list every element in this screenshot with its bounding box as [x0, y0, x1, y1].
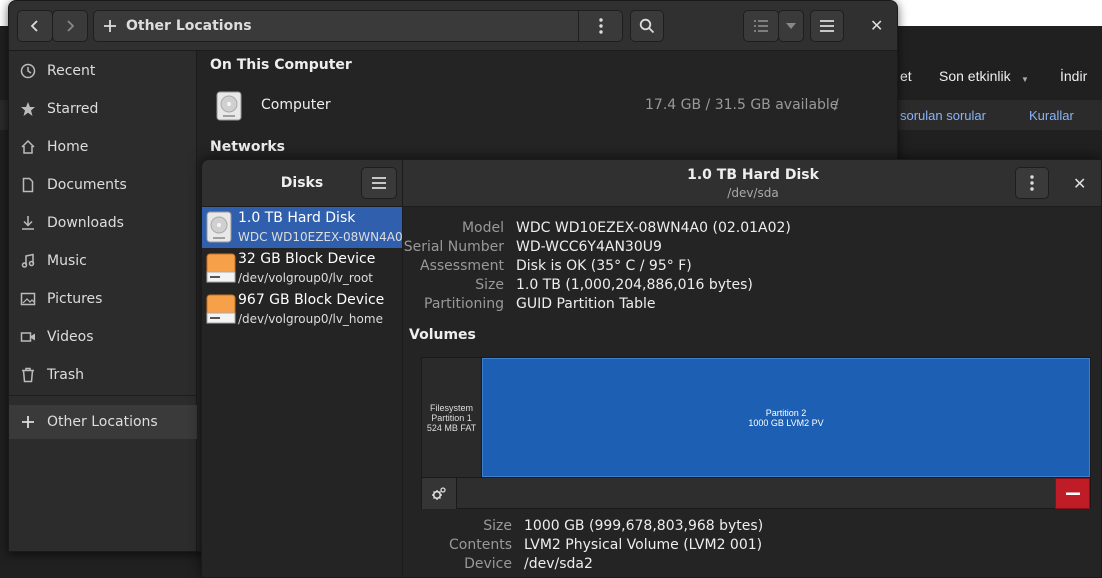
hard-drive-icon [216, 91, 242, 121]
disks-window: Disks 1.0 TB Hard Disk /dev/sda ✕ 1.0 TB… [201, 159, 1102, 578]
gears-icon [432, 486, 446, 500]
download-icon [22, 216, 34, 230]
web-subnav-link[interactable]: Kurallar [1029, 108, 1074, 123]
kebab-menu-icon [599, 18, 603, 34]
drive-list-item[interactable]: 32 GB Block Device /dev/volgroup0/lv_roo… [202, 248, 402, 289]
sidebar-item-label: Documents [47, 177, 127, 193]
web-subnav-link[interactable]: sorulan sorular [900, 108, 986, 123]
path-bar[interactable]: Other Locations [93, 10, 623, 42]
sidebar-item-label: Music [47, 253, 87, 269]
chevron-left-icon [30, 20, 38, 32]
sidebar-item-starred[interactable]: Starred [9, 92, 197, 126]
sidebar-item-trash[interactable]: Trash [9, 358, 197, 392]
computer-available: 17.4 GB / 31.5 GB available [645, 97, 839, 113]
sidebar-item-label: Downloads [47, 215, 124, 231]
music-icon [21, 253, 35, 268]
plus-icon [104, 20, 116, 32]
drive-sub: /dev/volgroup0/lv_root [238, 271, 373, 285]
block-device-icon [206, 253, 236, 283]
drive-list: 1.0 TB Hard Disk WDC WD10EZEX-08WN4A0 32… [202, 207, 403, 577]
forward-button[interactable] [52, 10, 88, 42]
picture-icon [20, 292, 36, 306]
trash-icon [22, 367, 34, 383]
home-icon [21, 139, 35, 154]
sidebar-item-music[interactable]: Music [9, 244, 197, 278]
drive-sub: /dev/volgroup0/lv_home [238, 312, 383, 326]
sidebar-item-recent[interactable]: Recent [9, 54, 197, 88]
partition-1-block[interactable]: Filesystem Partition 1 524 MB FAT [422, 358, 482, 477]
section-heading: On This Computer [210, 57, 352, 73]
search-icon [639, 18, 655, 34]
sidebar-item-label: Videos [47, 329, 94, 345]
sidebar-item-label: Starred [47, 101, 99, 117]
sidebar-item-videos[interactable]: Videos [9, 320, 197, 354]
path-menu-button[interactable] [579, 11, 623, 41]
web-nav-item[interactable]: Son etkinlik [939, 68, 1011, 84]
list-view-icon [754, 20, 768, 32]
web-nav-item[interactable]: et [900, 68, 912, 84]
sidebar-divider [9, 395, 197, 396]
sidebar-item-label: Trash [47, 367, 84, 383]
disks-right-headerbar: 1.0 TB Hard Disk /dev/sda ✕ [403, 160, 1101, 207]
places-sidebar: Recent Starred Home Documents Downloads … [9, 51, 197, 551]
back-button[interactable] [17, 10, 53, 42]
web-nav-item[interactable]: İndir [1060, 68, 1087, 84]
sidebar-item-other-locations[interactable]: Other Locations [9, 405, 197, 439]
sidebar-item-label: Pictures [47, 291, 103, 307]
volume-toolbar [422, 477, 1090, 509]
list-view-button[interactable] [743, 10, 779, 42]
close-icon[interactable]: ✕ [870, 16, 883, 35]
volumes-heading: Volumes [409, 327, 476, 343]
sidebar-item-pictures[interactable]: Pictures [9, 282, 197, 316]
hard-disk-icon [206, 211, 232, 243]
drive-list-item[interactable]: 967 GB Block Device /dev/volgroup0/lv_ho… [202, 289, 402, 330]
close-icon[interactable]: ✕ [1073, 174, 1086, 193]
search-button[interactable] [630, 10, 664, 42]
chevron-right-icon [67, 20, 75, 32]
partition-options-button[interactable] [422, 478, 457, 509]
volumes-map: Filesystem Partition 1 524 MB FAT Partit… [421, 357, 1091, 509]
sidebar-item-label: Other Locations [47, 414, 158, 430]
hamburger-menu-icon [820, 20, 834, 32]
sidebar-item-documents[interactable]: Documents [9, 168, 197, 202]
document-icon [22, 177, 34, 193]
delete-partition-button[interactable] [1055, 478, 1090, 509]
kebab-menu-icon [1030, 175, 1034, 191]
section-heading: Networks [210, 139, 286, 155]
sidebar-item-home[interactable]: Home [9, 130, 197, 164]
sidebar-item-label: Recent [47, 63, 96, 79]
hamburger-menu-icon [372, 177, 386, 189]
drive-name: 32 GB Block Device [238, 251, 376, 267]
drive-subtitle: /dev/sda [727, 186, 779, 200]
drive-name: 1.0 TB Hard Disk [238, 210, 356, 226]
video-icon [20, 332, 35, 342]
star-icon [21, 102, 35, 116]
path-crumb[interactable]: Other Locations [126, 18, 252, 34]
block-device-icon [206, 294, 236, 324]
computer-name: Computer [261, 97, 331, 113]
sidebar-item-downloads[interactable]: Downloads [9, 206, 197, 240]
drive-name: 967 GB Block Device [238, 292, 385, 308]
partition-2-block[interactable]: Partition 2 1000 GB LVM2 PV [482, 358, 1090, 477]
disks-menu-button[interactable] [361, 167, 397, 199]
drive-list-item[interactable]: 1.0 TB Hard Disk WDC WD10EZEX-08WN4A0 [202, 207, 403, 248]
chevron-down-icon: ▼ [1021, 75, 1029, 84]
sidebar-item-label: Home [47, 139, 89, 155]
files-headerbar: Other Locations ✕ [9, 1, 897, 51]
drive-title: 1.0 TB Hard Disk [687, 167, 819, 183]
clock-icon [20, 63, 36, 79]
view-options-button[interactable] [778, 10, 804, 42]
plus-icon [22, 416, 34, 428]
minus-icon [1065, 492, 1080, 495]
main-menu-button[interactable] [810, 10, 844, 42]
chevron-down-icon [786, 23, 796, 29]
computer-mount: / [834, 97, 839, 113]
drive-sub: WDC WD10EZEX-08WN4A0 [238, 230, 403, 244]
disks-left-headerbar: Disks [202, 160, 403, 207]
drive-options-button[interactable] [1015, 167, 1049, 199]
computer-row[interactable]: Computer 17.4 GB / 31.5 GB available / [198, 81, 897, 129]
